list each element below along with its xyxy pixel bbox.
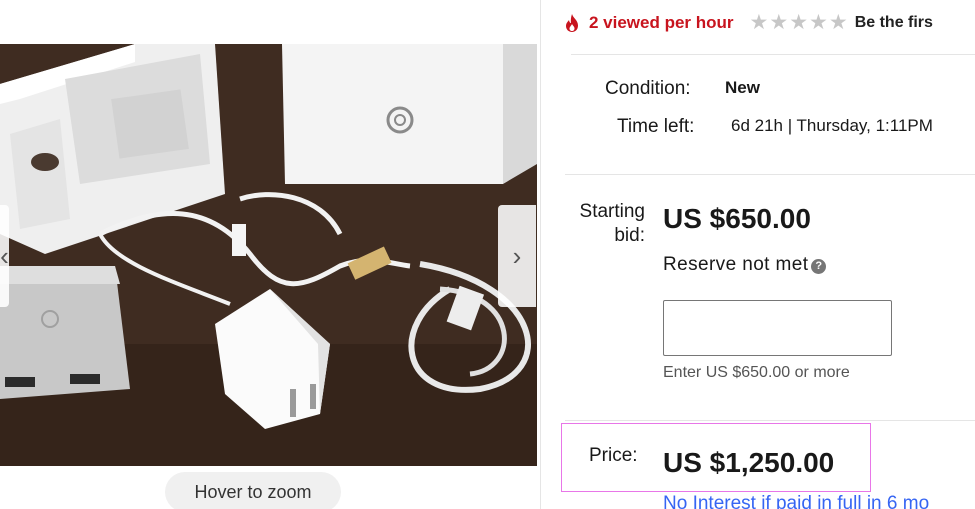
divider [565,420,975,421]
condition-label: Condition: [605,78,691,99]
time-left-value: 6d 21h | Thursday, 1:11PM [731,116,933,135]
star-icon: ★ [769,11,789,34]
rating-stars[interactable]: ★ ★ ★ ★ ★ [749,11,849,34]
next-image-button[interactable]: › [498,205,536,307]
buy-it-now-price: US $1,250.00 [663,447,835,478]
star-icon: ★ [809,11,828,34]
star-icon: ★ [789,11,809,34]
hover-to-zoom-hint: Hover to zoom [165,472,341,509]
prev-image-button[interactable]: ‹ [0,205,9,307]
bid-amount-input[interactable] [663,300,892,356]
star-icon: ★ [749,11,769,34]
image-viewer: ‹ › Hover to zoom [0,0,538,509]
viewed-per-hour-text: 2 viewed per hour [589,13,734,32]
divider [565,174,975,175]
financing-offer-link[interactable]: No Interest if paid in full in 6 mo [663,493,929,509]
starting-bid-label: Starting bid: [579,201,645,246]
chevron-right-icon: › [512,240,522,271]
starting-bid-amount: US $650.00 [663,203,811,234]
write-review-link[interactable]: Be the firs [855,14,933,32]
question-circle-icon[interactable]: ? [811,258,827,274]
fire-icon [566,14,578,32]
reserve-status-text: Reserve not met [663,254,809,275]
price-label: Price: [589,445,638,466]
viewed-per-hour-row: 2 viewed per hour ★ ★ ★ ★ ★ Be the firs [563,11,933,34]
product-photo[interactable] [0,44,537,466]
chevron-left-icon: ‹ [0,240,9,271]
bid-amount-hint: Enter US $650.00 or more [663,364,850,381]
divider [571,54,975,55]
star-icon: ★ [828,11,848,34]
time-left-label: Time left: [617,116,695,137]
product-photo-graphic [0,44,537,466]
reserve-status-row: Reserve not met ? [663,254,827,276]
listing-panel: 2 viewed per hour ★ ★ ★ ★ ★ Be the firs … [540,0,975,509]
condition-value: New [725,78,760,97]
